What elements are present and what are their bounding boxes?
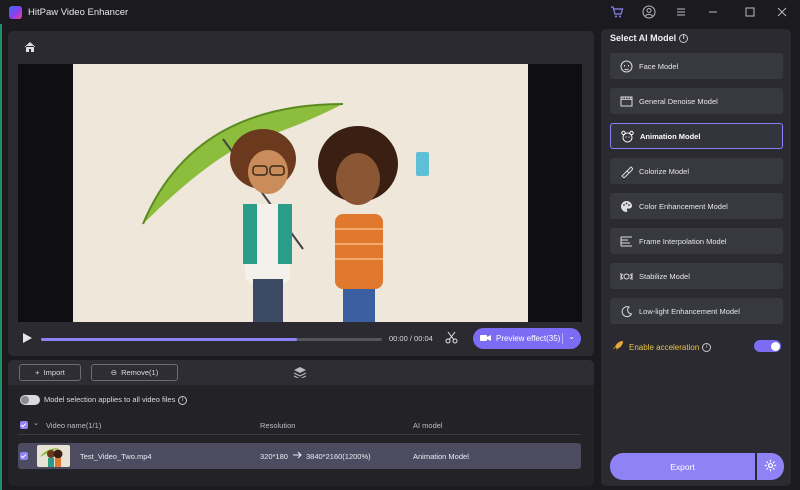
info-icon[interactable]: i — [702, 342, 712, 352]
model-label: Animation Model — [640, 131, 701, 141]
maximize-icon[interactable] — [743, 5, 757, 19]
scissors-icon[interactable] — [445, 331, 458, 344]
model-label: Low-light Enhancement Model — [639, 306, 740, 316]
remove-icon: ⊖ — [110, 368, 118, 377]
export-label: Export — [670, 461, 695, 472]
chevron-down-icon[interactable]: ⌄ — [33, 419, 39, 427]
preview-effect-button[interactable]: Preview effect(35) ⌄ — [473, 328, 581, 349]
info-icon[interactable]: i — [679, 34, 689, 44]
divider — [562, 333, 563, 344]
acceleration-row: Enable acceleration i — [612, 340, 712, 354]
remove-button[interactable]: ⊖ Remove(1) — [91, 364, 178, 381]
frames-icon — [619, 234, 633, 248]
preview-panel: 00:00 / 00:04 Preview effect(35) ⌄ — [8, 31, 594, 356]
model-colorize[interactable]: Colorize Model — [610, 158, 783, 184]
time-display: 00:00 / 00:04 — [389, 334, 433, 343]
cart-icon[interactable] — [610, 5, 624, 19]
model-animation[interactable]: Animation Model — [610, 123, 783, 149]
title-bar: HitPaw Video Enhancer — [0, 0, 800, 24]
video-preview — [18, 64, 582, 322]
rocket-icon — [612, 340, 624, 354]
import-label: Import — [43, 368, 65, 377]
row-checkbox[interactable] — [20, 452, 28, 460]
model-label: Face Model — [639, 61, 679, 71]
face-icon — [619, 59, 633, 73]
home-icon[interactable] — [23, 40, 37, 54]
model-color-enhancement[interactable]: Color Enhancement Model — [610, 193, 783, 219]
model-panel: Select AI Model i Face Model General Deno… — [601, 29, 791, 486]
column-resolution: Resolution — [260, 421, 296, 430]
model-stabilize[interactable]: Stabilize Model — [610, 263, 783, 289]
file-name: Test_Video_Two.mp4 — [80, 452, 152, 461]
minimize-icon[interactable] — [706, 5, 720, 19]
model-label: Stabilize Model — [639, 271, 690, 281]
bear-icon — [620, 129, 634, 143]
seek-bar[interactable] — [41, 338, 382, 341]
preview-effect-label: Preview effect(35) — [496, 334, 561, 343]
column-video-name: Video name(1/1) — [46, 421, 102, 430]
model-face[interactable]: Face Model — [610, 53, 783, 79]
resolution-target: 3840*2160(1200%) — [306, 452, 371, 461]
apply-all-label: Model selection applies to all video fil… — [44, 395, 188, 405]
model-label: Color Enhancement Model — [639, 201, 728, 211]
brush-icon — [619, 164, 633, 178]
column-ai-model: AI model — [413, 421, 443, 430]
close-icon[interactable] — [775, 5, 789, 19]
file-toolbar: + Import ⊖ Remove(1) — [8, 360, 594, 385]
acceleration-toggle[interactable] — [754, 340, 781, 352]
import-button[interactable]: + Import — [19, 364, 81, 381]
table-header: ⌄ Video name(1/1) Resolution AI model — [18, 417, 581, 435]
moon-icon — [619, 304, 633, 318]
row-ai-model: Animation Model — [413, 452, 469, 461]
model-low-light-enhancement[interactable]: Low-light Enhancement Model — [610, 298, 783, 324]
file-list-panel: + Import ⊖ Remove(1) Model selection app… — [8, 360, 594, 486]
menu-icon[interactable] — [674, 5, 688, 19]
acceleration-label: Enable acceleration — [629, 342, 700, 352]
plus-icon: + — [35, 368, 40, 377]
model-general-denoise[interactable]: General Denoise Model — [610, 88, 783, 114]
export-button[interactable]: Export — [610, 453, 755, 480]
info-icon[interactable]: i — [178, 395, 188, 405]
app-title: HitPaw Video Enhancer — [28, 6, 129, 18]
video-frame — [73, 64, 528, 322]
model-panel-title: Select AI Model i — [610, 33, 689, 44]
model-label: Frame Interpolation Model — [639, 236, 727, 246]
stabilize-icon — [619, 269, 633, 283]
app-logo-icon — [9, 5, 22, 19]
apply-all-toggle[interactable] — [20, 395, 40, 405]
table-row[interactable]: Test_Video_Two.mp4 320*180 3840*2160(120… — [18, 443, 581, 469]
resolution-source: 320*180 — [260, 452, 288, 461]
model-frame-interpolation[interactable]: Frame Interpolation Model — [610, 228, 783, 254]
window-edge — [0, 24, 2, 490]
video-thumbnail — [37, 445, 70, 467]
account-icon[interactable] — [642, 5, 656, 19]
gear-icon — [764, 459, 777, 474]
arrow-right-icon — [293, 451, 303, 461]
layers-icon[interactable] — [293, 366, 307, 380]
film-icon — [619, 94, 633, 108]
export-settings-button[interactable] — [757, 453, 784, 480]
remove-label: Remove(1) — [121, 368, 159, 377]
model-label: General Denoise Model — [639, 96, 718, 106]
palette-icon — [619, 199, 633, 213]
model-label: Colorize Model — [639, 166, 690, 176]
chevron-down-icon[interactable]: ⌄ — [568, 332, 575, 341]
seek-progress — [41, 338, 297, 341]
play-button[interactable] — [21, 332, 33, 344]
video-camera-icon — [480, 334, 491, 344]
select-all-checkbox[interactable] — [20, 421, 28, 429]
